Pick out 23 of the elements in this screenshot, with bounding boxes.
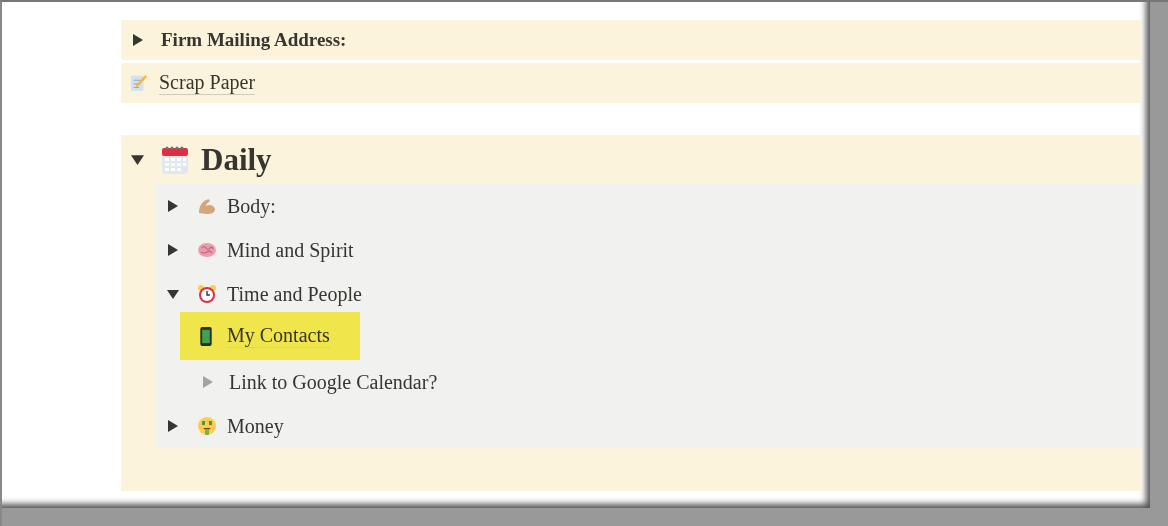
phone-icon xyxy=(200,326,212,346)
toggle-title[interactable]: Link to Google Calendar? xyxy=(229,370,438,394)
toggle-arrow-icon[interactable] xyxy=(132,34,144,46)
highlighted-page-link[interactable]: My Contacts xyxy=(180,312,360,360)
memo-icon xyxy=(130,74,148,92)
page-link[interactable]: Scrap Paper xyxy=(159,71,256,95)
toggle-arrow-icon[interactable] xyxy=(202,376,214,388)
toggle-arrow-icon[interactable] xyxy=(167,244,179,256)
brain-icon xyxy=(197,240,217,260)
money-face-icon xyxy=(197,416,217,436)
toggle-arrow-icon[interactable] xyxy=(131,153,144,166)
calendar-icon xyxy=(161,144,189,175)
toggle-arrow-icon[interactable] xyxy=(167,288,179,300)
toggle-arrow-icon[interactable] xyxy=(167,200,179,212)
toggle-title[interactable]: Time and People xyxy=(227,282,362,306)
heading-title[interactable]: Daily xyxy=(201,141,272,178)
alarm-clock-icon xyxy=(197,284,217,304)
toggle-title[interactable]: Firm Mailing Address: xyxy=(161,29,347,51)
flexed-arm-icon xyxy=(197,196,217,216)
toggle-arrow-icon[interactable] xyxy=(167,420,179,432)
toggle-title[interactable]: Money xyxy=(227,414,284,438)
toggle-title[interactable]: Body: xyxy=(227,194,276,218)
toggle-title[interactable]: Mind and Spirit xyxy=(227,238,354,262)
